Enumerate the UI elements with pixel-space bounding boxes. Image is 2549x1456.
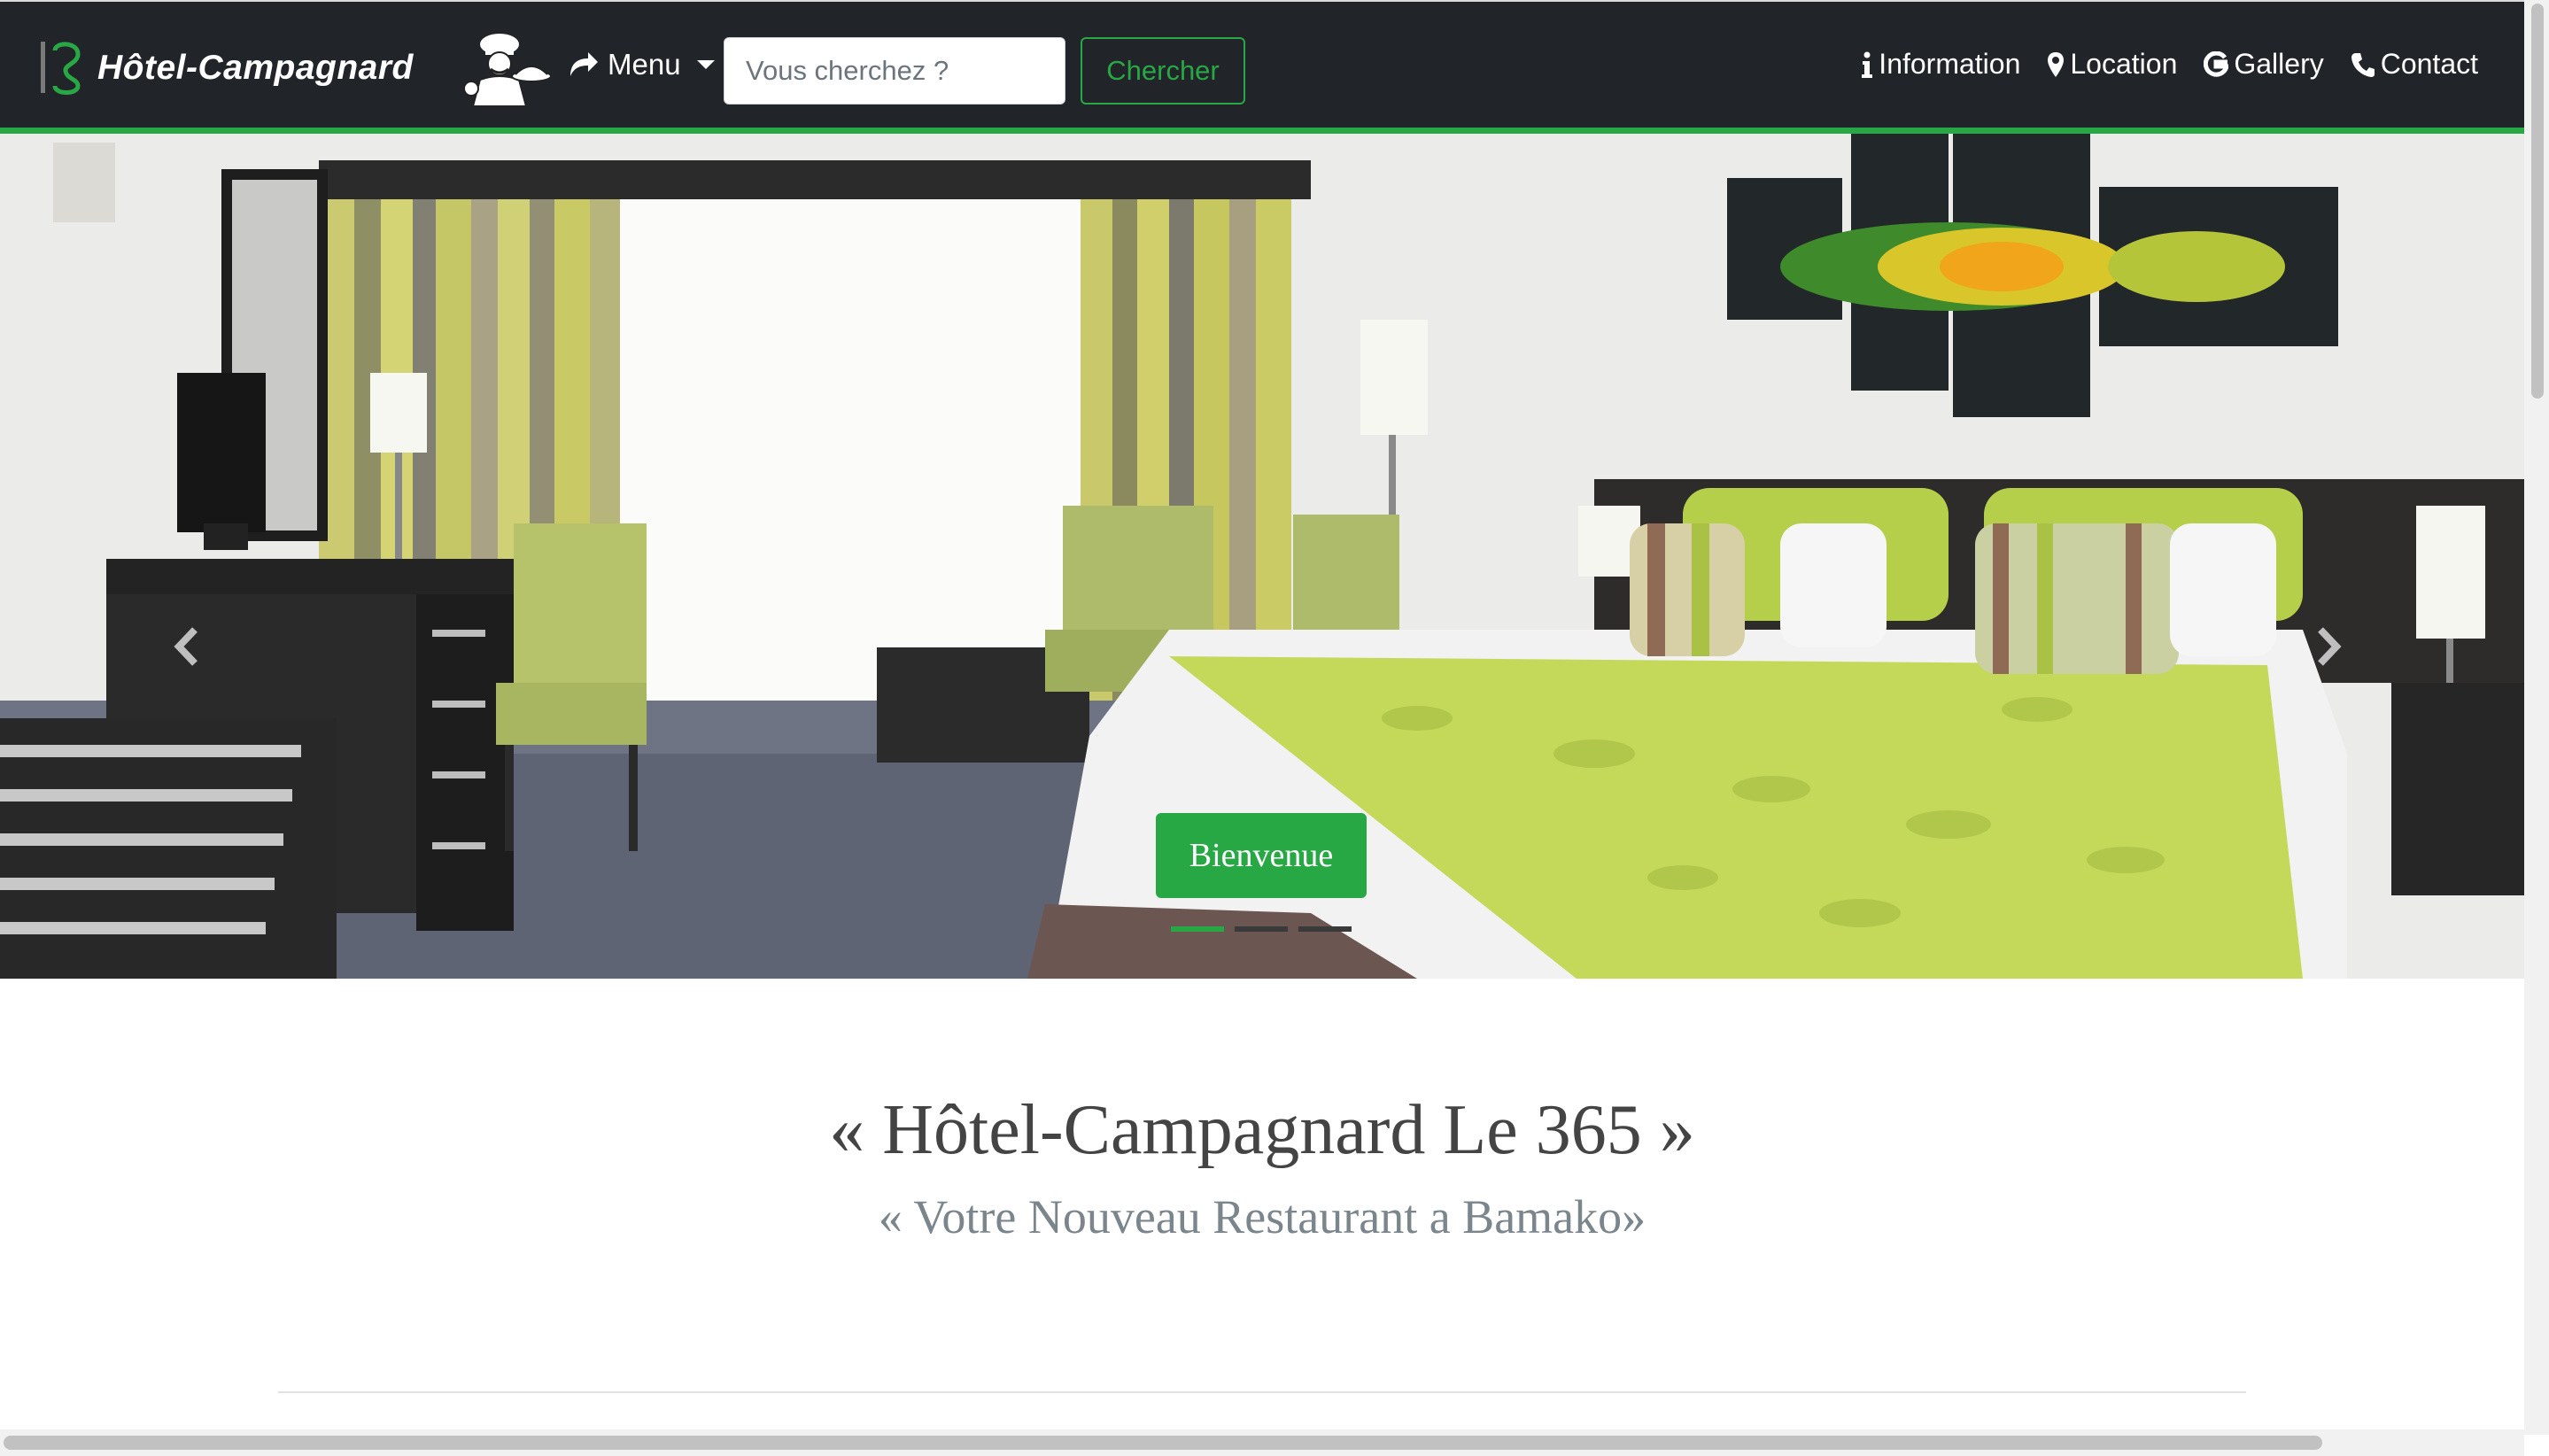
- google-icon: [2204, 50, 2229, 77]
- phone-icon: [2351, 52, 2375, 77]
- hero-carousel: Bienvenue: [0, 134, 2524, 979]
- carousel-next-icon[interactable]: [2315, 626, 2342, 667]
- carousel-indicator-3[interactable]: [1298, 926, 1352, 932]
- carousel-prev-icon[interactable]: [174, 626, 200, 667]
- menu-dropdown-toggle[interactable]: Menu: [569, 48, 715, 81]
- search-button[interactable]: Chercher: [1081, 37, 1245, 105]
- carousel-indicator-2[interactable]: [1235, 926, 1288, 932]
- nav-item-label: Location: [2070, 48, 2178, 80]
- carousel-indicators: [1171, 926, 1362, 932]
- navbar-accent-line: [0, 128, 2524, 134]
- chevron-down-icon: [696, 60, 715, 69]
- vertical-scrollbar-thumb[interactable]: [2531, 4, 2544, 399]
- nav-links: Information Location Gallery Contact: [1834, 48, 2478, 81]
- brand-link[interactable]: Hôtel-Campagnard: [39, 37, 414, 99]
- brand-name: Hôtel-Campagnard: [97, 49, 414, 87]
- nav-item-label: Information: [1879, 48, 2021, 80]
- horizontal-scrollbar-thumb[interactable]: [4, 1436, 2322, 1450]
- navbar: Hôtel-Campagnard Menu Chercher Informati…: [0, 2, 2524, 128]
- share-arrow-icon: [570, 52, 598, 76]
- info-icon: [1862, 51, 1873, 78]
- nav-item-location[interactable]: Location: [2047, 48, 2177, 81]
- nav-item-gallery[interactable]: Gallery: [2204, 48, 2324, 81]
- brand-logo-icon: [41, 42, 81, 95]
- nav-item-label: Gallery: [2234, 48, 2324, 80]
- welcome-button[interactable]: Bienvenue: [1156, 813, 1367, 898]
- nav-item-contact[interactable]: Contact: [2351, 48, 2478, 81]
- menu-label: Menu: [608, 48, 681, 81]
- carousel-indicator-1[interactable]: [1171, 926, 1224, 932]
- page-title: « Hôtel-Campagnard Le 365 »: [829, 1091, 1695, 1169]
- search-input[interactable]: [724, 37, 1065, 105]
- nav-item-label: Contact: [2380, 48, 2478, 80]
- page-subtitle: « Votre Nouveau Restaurant a Bamako»: [878, 1190, 1646, 1243]
- section-divider: [278, 1391, 2246, 1393]
- chef-logo-icon: [463, 34, 552, 106]
- map-marker-icon: [2048, 51, 2065, 77]
- nav-item-information[interactable]: Information: [1861, 48, 2020, 81]
